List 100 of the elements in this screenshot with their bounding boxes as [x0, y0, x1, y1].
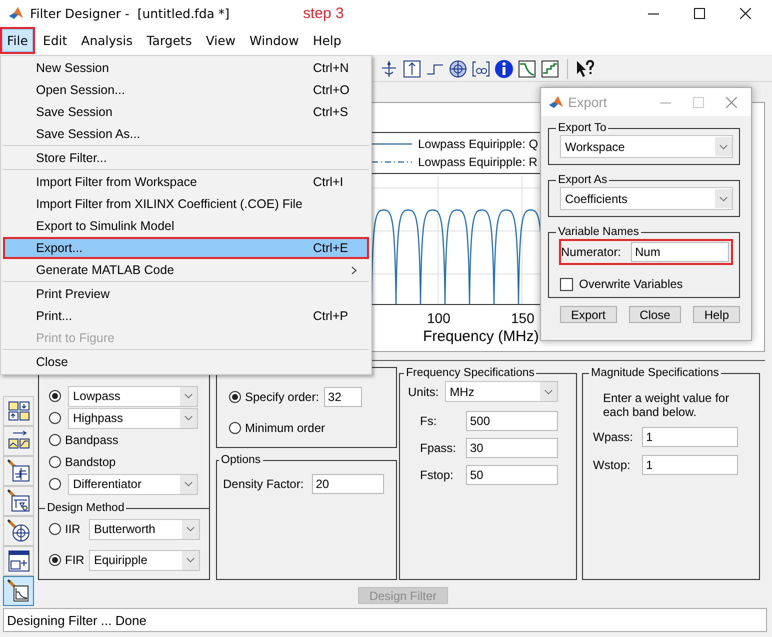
radio-button[interactable]	[49, 390, 61, 402]
help-pointer-icon[interactable]	[575, 58, 595, 78]
menu-item[interactable]: Open Session... Ctrl+O	[3, 79, 369, 101]
menu-item[interactable]: Import Filter from Workspace Ctrl+I	[3, 171, 369, 193]
menu-item[interactable]: Targets	[140, 28, 198, 53]
field-label: Wstop:	[593, 458, 632, 472]
menu-item[interactable]: Print... Ctrl+P	[3, 305, 369, 327]
group-title: Export To	[557, 122, 608, 134]
text-field[interactable]: 32	[324, 387, 362, 407]
radio-button[interactable]	[229, 391, 241, 403]
text-field[interactable]: 500	[466, 411, 558, 431]
menu-item[interactable]: Import Filter from XILINX Coefficient (.COE) File	[3, 193, 369, 215]
axis-tick-label: 100	[427, 310, 450, 326]
field-label: Numerator:	[561, 245, 622, 259]
menu-item[interactable]: Save Session Ctrl+S	[3, 101, 369, 123]
menu-item[interactable]: Edit	[36, 28, 74, 53]
radio-button[interactable]	[49, 412, 61, 424]
chevron-icon	[186, 526, 195, 532]
tool-button[interactable]	[3, 486, 34, 516]
menu-item[interactable]: Export... Ctrl+E	[3, 237, 369, 259]
group-title: Variable Names	[557, 226, 640, 238]
curve-chart-icon[interactable]	[517, 58, 537, 78]
tool-button[interactable]	[3, 516, 34, 546]
menu-item[interactable]: Analysis	[75, 28, 139, 53]
radio-button[interactable]	[49, 456, 61, 468]
tool-button[interactable]	[3, 546, 34, 576]
peak-logo-icon	[548, 94, 564, 110]
group-title: Options	[220, 454, 262, 466]
radio-button[interactable]	[49, 554, 61, 566]
dropdown[interactable]: Coefficients	[560, 187, 733, 210]
menu-item[interactable]: View	[200, 28, 242, 53]
field-label: Fs:	[420, 414, 438, 428]
dialog-button[interactable]: Help	[693, 306, 740, 323]
tool-button[interactable]	[3, 456, 34, 486]
chevron-icon	[184, 415, 193, 421]
peak-logo-icon	[8, 5, 24, 21]
pencil-circle-icon	[6, 519, 30, 543]
window-title: Filter Designer - [untitled.fda *]	[30, 6, 231, 20]
axis-symbol-icon[interactable]	[379, 58, 399, 78]
radio-button[interactable]	[49, 478, 61, 490]
chevron-icon	[184, 393, 193, 399]
checkbox-label: Overwrite Variables	[579, 277, 683, 291]
text-field[interactable]: 20	[312, 474, 384, 494]
radio-label: IIR	[65, 522, 82, 536]
bracket-icon[interactable]	[471, 58, 491, 78]
menu-item[interactable]: Store Filter...	[3, 147, 369, 169]
radio-button[interactable]	[49, 523, 61, 535]
field-label: Fpass:	[420, 441, 458, 455]
close-icon	[740, 8, 750, 18]
radio-button[interactable]	[229, 422, 241, 434]
step-chart-icon[interactable]	[540, 58, 560, 78]
dropdown[interactable]: Equiripple	[89, 550, 200, 570]
text-field[interactable]: 30	[466, 438, 558, 458]
pencil-plot-icon	[6, 459, 30, 483]
pencil-diagram-icon	[6, 489, 30, 513]
close-icon[interactable]	[726, 96, 737, 108]
field-label: Density Factor:	[223, 477, 304, 491]
checkbox[interactable]	[560, 278, 573, 290]
axis-tick-label: 150	[511, 310, 534, 326]
text-field[interactable]: 1	[642, 427, 738, 447]
text-field[interactable]: 1	[642, 455, 738, 475]
menu-item[interactable]: Close	[3, 351, 369, 373]
menu-item[interactable]: File	[0, 27, 35, 54]
radio-label: Specify order:	[245, 390, 320, 404]
field-label: Wpass:	[593, 430, 634, 444]
menu-item[interactable]: Help	[306, 28, 348, 53]
dialog-button[interactable]: Close	[628, 306, 682, 323]
radio-button[interactable]	[49, 434, 61, 446]
radio-label: Bandstop	[65, 455, 116, 469]
window-diagram-icon	[6, 549, 30, 573]
tool-button[interactable]	[3, 396, 34, 426]
dropdown[interactable]: Workspace	[560, 135, 733, 158]
chevron-icon	[186, 557, 195, 563]
group-title: Magnitude Specifications	[590, 367, 720, 379]
menu-item[interactable]: Window	[244, 28, 305, 53]
dropdown[interactable]: Highpass	[68, 408, 198, 428]
tool-button[interactable]	[3, 576, 34, 606]
chevron-icon	[184, 481, 193, 487]
chevron-icon	[719, 144, 728, 150]
dialog-button[interactable]: Export	[560, 306, 617, 323]
info-icon[interactable]	[494, 58, 514, 78]
blocks-icon	[6, 399, 30, 423]
menu-item[interactable]: Save Session As...	[3, 123, 369, 145]
dialog-title: Export	[568, 94, 608, 110]
text-field[interactable]: 50	[466, 465, 558, 485]
menu-item[interactable]: Export to Simulink Model	[3, 215, 369, 237]
menu-item[interactable]: Print Preview	[3, 283, 369, 305]
group-title: Frequency Specifications	[405, 367, 536, 379]
menu-item[interactable]: Generate MATLAB Code	[3, 259, 369, 281]
menu-item[interactable]: New Session Ctrl+N	[3, 57, 369, 79]
dropdown[interactable]: Differentiator	[68, 474, 198, 494]
dropdown[interactable]: MHz	[444, 381, 558, 402]
tool-button[interactable]	[3, 426, 34, 456]
maximize-icon	[694, 8, 704, 18]
field-label: Units:	[408, 384, 439, 398]
dropdown[interactable]: Butterworth	[89, 518, 200, 540]
status-bar: Designing Filter ... Done	[3, 608, 767, 632]
circle-grid-icon[interactable]	[448, 58, 468, 78]
dropdown[interactable]: Lowpass	[68, 386, 198, 406]
text-field[interactable]: Num	[631, 242, 729, 262]
